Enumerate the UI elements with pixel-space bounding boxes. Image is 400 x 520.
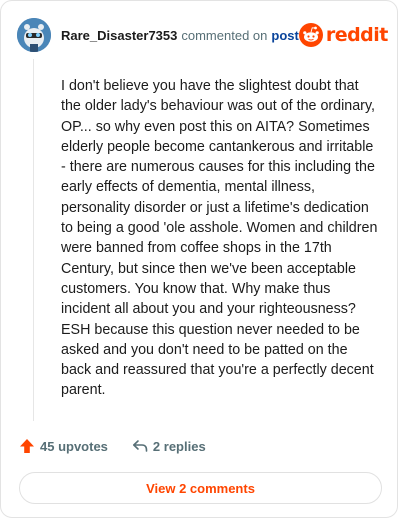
- reddit-snoo-icon: [298, 23, 323, 47]
- upvote-count: 45 upvotes: [40, 438, 108, 454]
- username-link[interactable]: Rare_Disaster7353: [61, 28, 177, 43]
- reddit-wordmark: reddit: [325, 24, 389, 46]
- reply-arrow-icon: [132, 440, 148, 452]
- comment-body: I don't believe you have the slightest d…: [61, 78, 378, 399]
- comment-meta: Rare_Disaster7353 commented on post: [61, 28, 299, 43]
- upvote-arrow-icon: [20, 439, 34, 453]
- view-comments-button[interactable]: View 2 comments: [19, 472, 382, 504]
- comment-actions: 45 upvotes 2 replies: [19, 438, 206, 454]
- replies-count: 2 replies: [152, 438, 206, 454]
- comment-header: Rare_Disaster7353 commented on post reddit: [17, 15, 388, 55]
- replies-button[interactable]: 2 replies: [132, 438, 206, 454]
- action-text: commented on: [181, 27, 268, 43]
- avatar[interactable]: [17, 18, 51, 52]
- post-link[interactable]: post: [271, 28, 298, 43]
- comment-card: Rare_Disaster7353 commented on post reddit…: [0, 0, 398, 518]
- avatar-image: [17, 18, 51, 52]
- upvote-button[interactable]: 45 upvotes: [19, 438, 108, 454]
- thread-line: [33, 59, 34, 421]
- reddit-logo[interactable]: reddit: [298, 23, 389, 47]
